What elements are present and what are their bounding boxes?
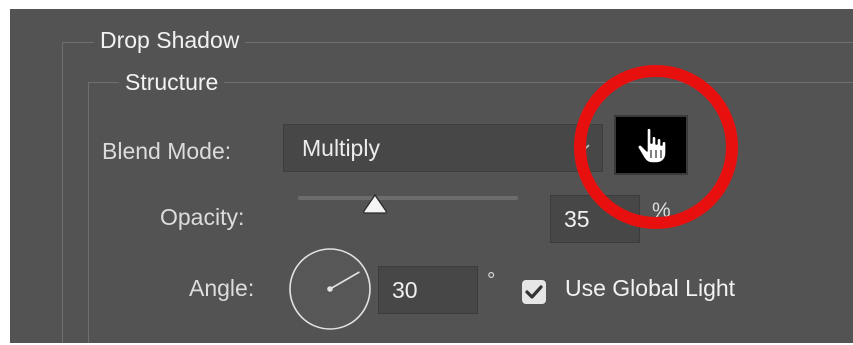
angle-input[interactable]: 30 (378, 266, 478, 314)
chevron-down-icon (578, 144, 590, 152)
opacity-slider[interactable] (298, 194, 518, 214)
drop-shadow-title: Drop Shadow (94, 27, 246, 54)
hand-pointer-icon (637, 127, 667, 164)
structure-frame-left (88, 82, 89, 343)
blend-mode-label: Blend Mode: (102, 138, 232, 164)
shadow-color-swatch[interactable] (614, 115, 688, 175)
angle-label: Angle: (189, 275, 255, 301)
blend-mode-value: Multiply (302, 135, 380, 161)
angle-dial[interactable] (287, 246, 373, 332)
checkmark-icon (525, 285, 543, 299)
use-global-light-label: Use Global Light (565, 275, 736, 301)
opacity-unit: % (652, 199, 671, 222)
structure-title: Structure (119, 69, 225, 96)
use-global-light-checkbox[interactable] (522, 280, 546, 304)
opacity-input[interactable]: 35 (550, 195, 640, 243)
layer-style-dialog: Drop Shadow Structure Blend Mode: Multip… (10, 9, 853, 343)
opacity-slider-thumb[interactable] (361, 192, 389, 216)
opacity-label: Opacity: (160, 204, 245, 230)
blend-mode-select[interactable]: Multiply (283, 124, 603, 172)
angle-unit: ° (487, 269, 496, 292)
drop-shadow-frame-left (62, 42, 63, 343)
